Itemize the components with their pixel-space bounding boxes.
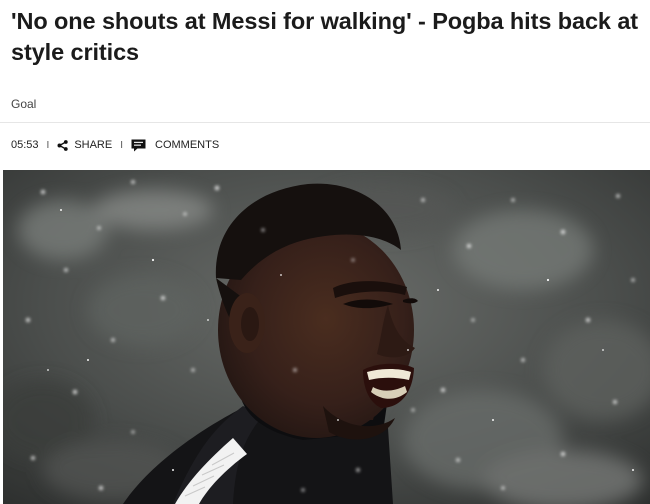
share-button[interactable]: SHARE (57, 139, 112, 151)
hero-photo (3, 170, 650, 504)
comments-button[interactable]: COMMENTS (131, 139, 219, 152)
header-divider (0, 122, 650, 123)
meta-separator: I (120, 139, 123, 151)
comment-icon (131, 139, 146, 151)
article-source[interactable]: Goal (11, 97, 36, 111)
comments-label: COMMENTS (155, 139, 220, 151)
share-icon (57, 139, 69, 151)
article-headline: 'No one shouts at Messi for walking' - P… (11, 8, 639, 65)
article-hero-image[interactable] (3, 170, 650, 504)
article-meta-bar: 05:53 I SHARE I COMMENTS (11, 137, 219, 153)
meta-separator: I (46, 139, 50, 151)
share-label: SHARE (74, 139, 113, 151)
publish-time: 05:53 (11, 139, 39, 151)
